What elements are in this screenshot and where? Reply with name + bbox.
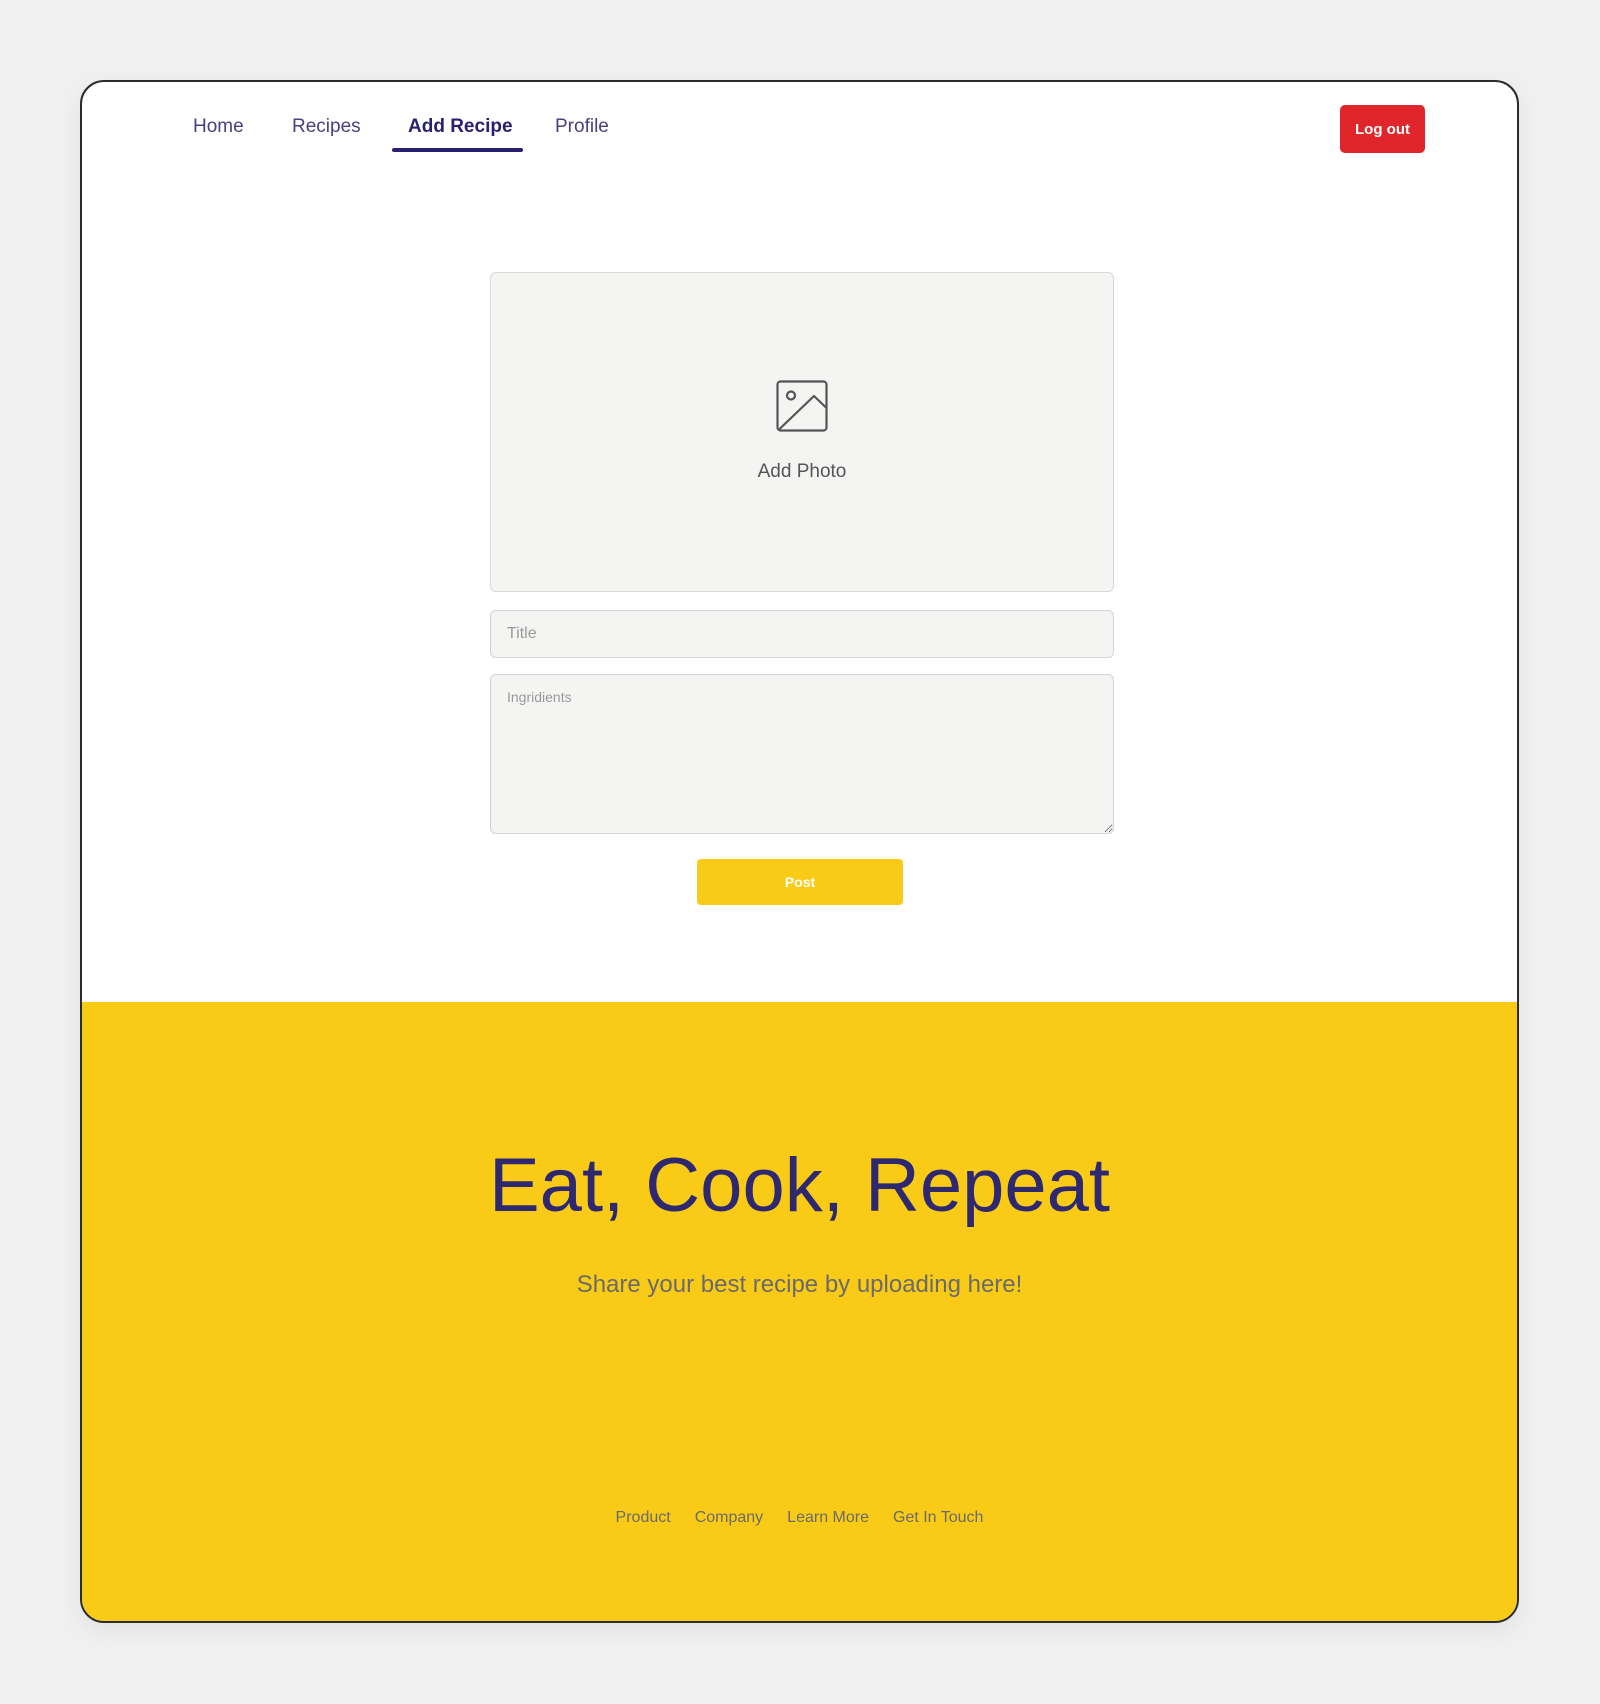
hero-subtitle: Share your best recipe by uploading here… — [576, 1271, 1023, 1298]
footer-link-learn-more[interactable]: Learn More — [787, 1509, 869, 1527]
post-button[interactable]: Post — [697, 859, 903, 905]
title-input[interactable] — [490, 610, 1114, 658]
active-tab-indicator — [392, 148, 523, 152]
hero-title: Eat, Cook, Repeat — [488, 1143, 1111, 1228]
nav-add-recipe[interactable]: Add Recipe — [408, 116, 513, 138]
app-window: Home Recipes Add Recipe Profile Log out … — [80, 80, 1519, 1623]
footer-hero: Eat, Cook, Repeat Share your best recipe… — [82, 1002, 1517, 1621]
add-photo-dropzone[interactable]: Add Photo — [490, 272, 1114, 592]
ingredients-textarea[interactable] — [490, 674, 1114, 834]
top-navigation: Home Recipes Add Recipe Profile Log out — [82, 82, 1517, 202]
logout-button[interactable]: Log out — [1340, 105, 1425, 153]
footer-link-product[interactable]: Product — [616, 1509, 671, 1527]
nav-profile[interactable]: Profile — [555, 116, 609, 138]
nav-recipes[interactable]: Recipes — [292, 116, 361, 138]
footer-link-company[interactable]: Company — [695, 1509, 763, 1527]
footer-link-get-in-touch[interactable]: Get In Touch — [893, 1509, 983, 1527]
nav-home[interactable]: Home — [193, 116, 244, 138]
footer-links: Product Company Learn More Get In Touch — [82, 1509, 1517, 1527]
image-icon — [776, 380, 828, 432]
add-photo-label: Add Photo — [757, 461, 847, 482]
